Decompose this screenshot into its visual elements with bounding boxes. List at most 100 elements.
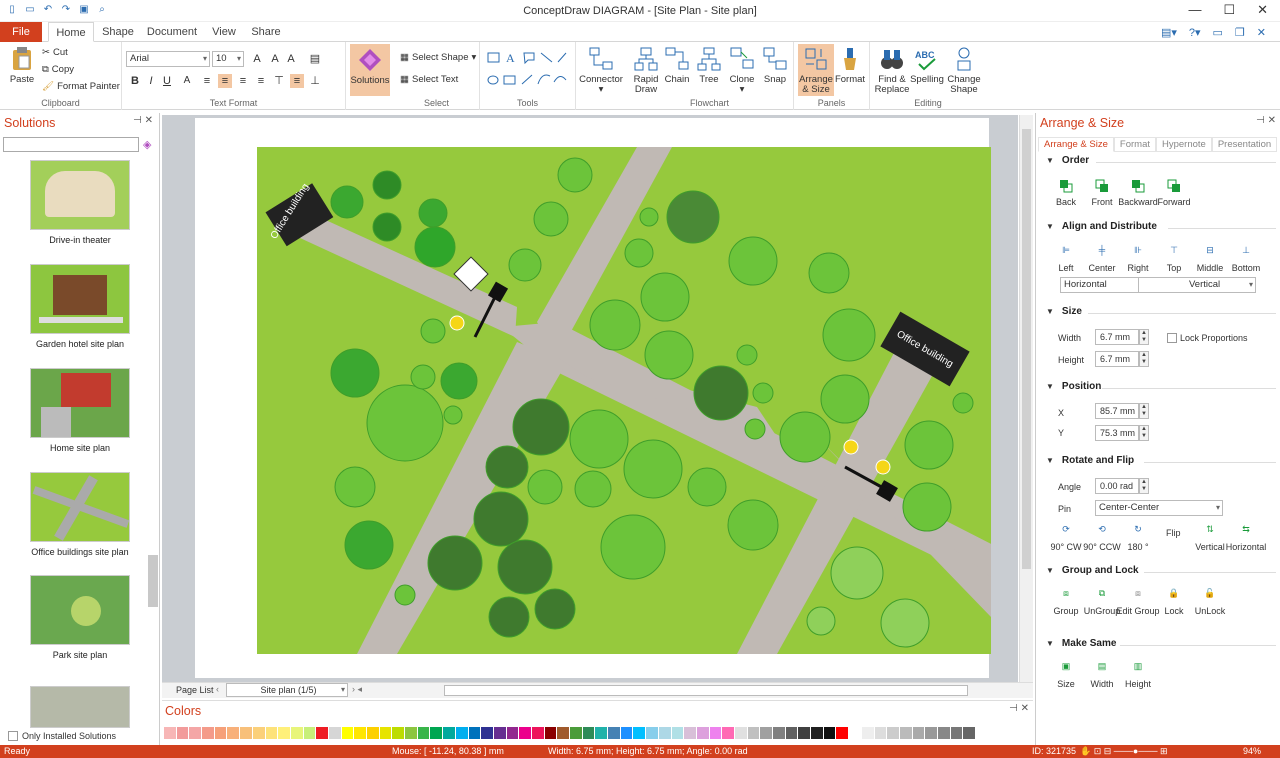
search-options-icon[interactable]: ◈ [143, 138, 155, 151]
format-button[interactable]: Format [834, 46, 866, 85]
solution-item[interactable]: Drive-in theater [30, 160, 130, 245]
color-swatch[interactable] [874, 727, 888, 739]
distribute-vertical-select[interactable]: Vertical [1138, 277, 1256, 293]
color-swatch[interactable] [519, 727, 532, 739]
arrange-size-button[interactable]: Arrange & Size [798, 44, 834, 96]
color-swatch[interactable] [709, 727, 723, 739]
lock-proportions-checkbox[interactable]: Lock Proportions [1167, 333, 1248, 343]
color-swatch[interactable] [608, 727, 621, 739]
color-swatch[interactable] [671, 727, 685, 739]
solution-item[interactable]: Garden hotel site plan [30, 264, 130, 349]
color-swatch[interactable] [595, 727, 609, 739]
color-swatch[interactable] [367, 727, 380, 739]
only-installed-checkbox[interactable]: Only Installed Solutions [8, 731, 116, 741]
tab-view[interactable]: View [206, 22, 242, 42]
color-swatch[interactable] [278, 727, 291, 739]
valign-bottom-icon[interactable]: ⊥ [308, 74, 322, 88]
help-icon[interactable]: ?▾ [1189, 26, 1201, 39]
ribbon-restore-icon[interactable]: ❐ [1235, 26, 1245, 39]
italic-button[interactable]: I [144, 74, 158, 88]
color-swatch[interactable] [861, 727, 875, 739]
underline-button[interactable]: U [160, 74, 174, 88]
solution-item[interactable]: Office buildings site plan [30, 472, 130, 557]
distribute-horizontal-select[interactable]: Horizontal [1060, 277, 1146, 293]
color-swatch[interactable] [544, 727, 558, 739]
color-swatch[interactable] [265, 727, 279, 739]
layout-icon[interactable]: ▤▾ [1161, 26, 1177, 39]
color-swatch[interactable] [341, 727, 355, 739]
align-center-icon[interactable]: ≡ [218, 74, 232, 88]
color-swatch[interactable] [811, 727, 824, 739]
drawing-tools-icons[interactable]: A [486, 50, 572, 92]
angle-spin-icon[interactable]: ▲ ▼ [1139, 478, 1149, 494]
horizontal-scrollbar[interactable] [444, 685, 968, 696]
select-text-button[interactable]: ▦ Select Text [400, 74, 458, 85]
rotate-section[interactable]: Rotate and Flip [1046, 455, 1134, 466]
color-swatch[interactable] [785, 727, 799, 739]
color-swatch[interactable] [328, 727, 342, 739]
angle-input[interactable]: 0.00 rad [1095, 478, 1139, 494]
tab-hypernote[interactable]: Hypernote [1156, 137, 1212, 152]
tree-button[interactable]: Tree [694, 46, 724, 85]
solution-item[interactable] [30, 686, 130, 728]
width-spin-icon[interactable]: ▲ ▼ [1139, 329, 1149, 345]
status-view-icons[interactable]: ✋ ⊡ ⊟ ───●─── ⊞ [1080, 745, 1168, 758]
font-family-select[interactable]: Arial [126, 51, 210, 67]
tab-home[interactable]: Home [48, 22, 94, 42]
solution-item[interactable]: Home site plan [30, 368, 130, 453]
color-swatch[interactable] [836, 727, 850, 739]
tab-arrange-size[interactable]: Arrange & Size [1038, 137, 1114, 152]
color-swatch[interactable] [531, 727, 545, 739]
color-swatch[interactable] [354, 727, 367, 739]
color-swatch[interactable] [849, 727, 862, 739]
format-painter-button[interactable]: 🖌 Format Painter [42, 81, 120, 92]
color-swatch[interactable] [405, 727, 418, 739]
color-swatch[interactable] [734, 727, 748, 739]
paste-button[interactable]: Paste [6, 46, 38, 85]
align-right-icon[interactable]: ≡ [236, 74, 250, 88]
subscript-button[interactable]: A [180, 74, 194, 88]
width-input[interactable]: 6.7 mm [1095, 329, 1139, 345]
bold-button[interactable]: B [128, 74, 142, 88]
forward-button[interactable]: Forward [1152, 179, 1196, 207]
site-plan-map[interactable]: Office building Office building [257, 147, 991, 654]
color-swatch[interactable] [455, 727, 469, 739]
unlock-button[interactable]: 🔓 UnLock [1188, 588, 1232, 616]
color-swatch[interactable] [189, 727, 203, 739]
color-swatch[interactable] [468, 727, 482, 739]
color-swatch[interactable] [798, 727, 812, 739]
solution-item[interactable]: Park site plan [30, 575, 130, 660]
color-swatch[interactable] [747, 727, 761, 739]
close-icon[interactable]: ✕ [1257, 2, 1268, 18]
ribbon-close-icon[interactable]: ✕ [1257, 26, 1266, 39]
height-spin-icon[interactable]: ▲ ▼ [1139, 351, 1149, 367]
tab-format[interactable]: Format [1113, 137, 1156, 152]
text-style-button[interactable]: ▤ [308, 52, 322, 66]
copy-button[interactable]: ⧉ Copy [42, 64, 74, 75]
snap-button[interactable]: Snap [760, 46, 790, 85]
grow-font-button[interactable]: A [250, 52, 264, 66]
font-size-select[interactable]: 10 [212, 51, 244, 67]
color-swatch[interactable] [620, 727, 634, 739]
color-swatch[interactable] [773, 727, 786, 739]
rapid-draw-button[interactable]: Rapid Draw [628, 46, 664, 95]
color-swatch[interactable] [925, 727, 938, 739]
ribbon-min-icon[interactable]: ▭ [1213, 26, 1223, 39]
color-swatch[interactable] [899, 727, 913, 739]
solutions-search-input[interactable] [3, 137, 139, 152]
color-swatch[interactable] [823, 727, 837, 739]
color-swatch[interactable] [557, 727, 570, 739]
color-swatch[interactable] [696, 727, 710, 739]
rotate-180-button[interactable]: ↻ 180 ° [1116, 524, 1160, 552]
color-swatch[interactable] [379, 727, 393, 739]
align-bottom-button[interactable]: ⊥ Bottom [1224, 245, 1268, 273]
color-swatch[interactable] [417, 727, 431, 739]
x-spin-icon[interactable]: ▲ ▼ [1139, 403, 1149, 419]
color-swatch[interactable] [570, 727, 583, 739]
color-swatch[interactable] [633, 727, 647, 739]
valign-middle-icon[interactable]: ≡ [290, 74, 304, 88]
color-swatch[interactable] [760, 727, 773, 739]
color-swatch[interactable] [430, 727, 444, 739]
tab-document[interactable]: Document [144, 22, 200, 42]
change-shape-button[interactable]: Change Shape [944, 46, 984, 95]
